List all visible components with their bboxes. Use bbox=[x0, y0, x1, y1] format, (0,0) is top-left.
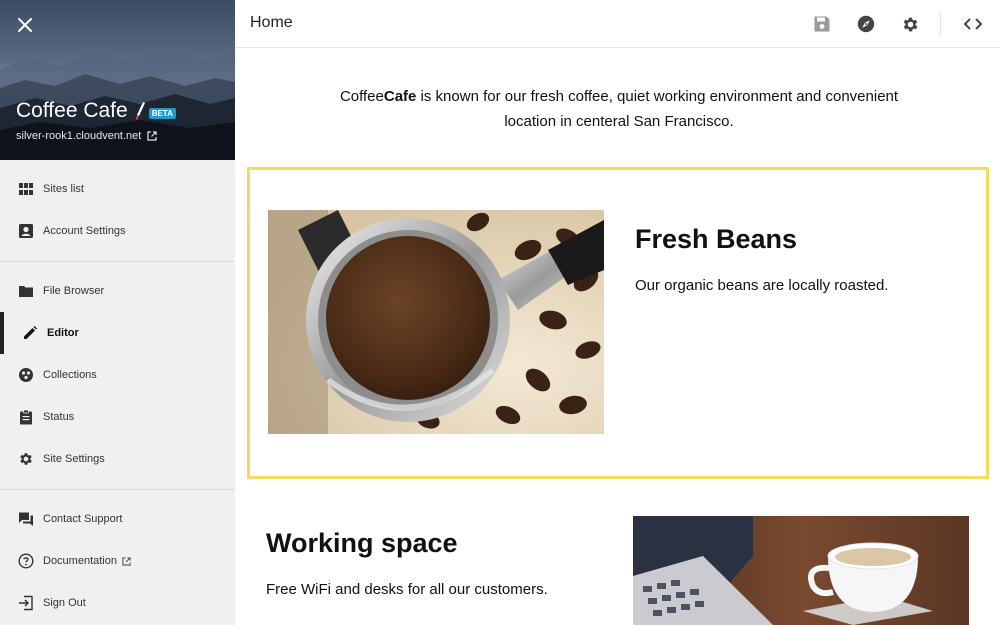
close-sidebar-button[interactable] bbox=[14, 14, 36, 36]
sidebar-item-site-settings[interactable]: Site Settings bbox=[0, 438, 235, 480]
sidebar-item-label: Sign Out bbox=[43, 597, 86, 609]
sidebar-item-status[interactable]: Status bbox=[0, 396, 235, 438]
sidebar-item-editor[interactable]: Editor bbox=[0, 312, 235, 354]
sidebar-item-sites-list[interactable]: Sites list bbox=[0, 168, 235, 210]
page-title: Home bbox=[250, 14, 293, 31]
working-space-heading[interactable]: Working space bbox=[266, 528, 458, 559]
sidebar-item-sign-out[interactable]: Sign Out bbox=[0, 582, 235, 624]
external-link-icon bbox=[122, 556, 131, 566]
sidebar-item-collections[interactable]: Collections bbox=[0, 354, 235, 396]
sidebar-item-contact-support[interactable]: Contact Support bbox=[0, 498, 235, 540]
sidebar-item-file-browser[interactable]: File Browser bbox=[0, 270, 235, 312]
clipboard-icon bbox=[17, 408, 35, 426]
collections-icon bbox=[17, 366, 35, 384]
site-title: Coffee Cafe BETA bbox=[16, 99, 176, 123]
help-circle-icon bbox=[17, 552, 35, 570]
visit-site-button[interactable] bbox=[854, 12, 878, 36]
fresh-beans-description[interactable]: Our organic beans are locally roasted. bbox=[635, 277, 888, 294]
close-icon bbox=[18, 18, 32, 32]
intro-paragraph[interactable]: CoffeeCafe is known for our fresh coffee… bbox=[330, 84, 908, 134]
sidebar-item-label: Collections bbox=[43, 369, 97, 381]
pencil-icon bbox=[21, 324, 39, 342]
intro-brand: Cafe bbox=[383, 88, 417, 105]
beta-badge: BETA bbox=[148, 107, 176, 119]
intro-text: is known for our fresh coffee, quiet wor… bbox=[416, 88, 899, 130]
folder-icon bbox=[17, 282, 35, 300]
top-bar: Home bbox=[235, 0, 1000, 48]
gear-icon bbox=[903, 17, 917, 31]
sidebar-item-label: Account Settings bbox=[43, 225, 126, 237]
settings-button[interactable] bbox=[898, 12, 922, 36]
site-url-link[interactable]: silver-rook1.cloudvent.net bbox=[16, 130, 157, 142]
site-name: Coffee Cafe bbox=[16, 99, 128, 122]
sidebar-item-label: Contact Support bbox=[43, 513, 123, 525]
nav-group-help: Contact Support Documentation Sign Out bbox=[0, 490, 235, 624]
sidebar-item-label: File Browser bbox=[43, 285, 105, 297]
grid-icon bbox=[17, 180, 35, 198]
sidebar-item-label: Site Settings bbox=[43, 453, 105, 465]
nav-group-site: File Browser Editor Collections Status S… bbox=[0, 262, 235, 490]
sidebar-item-account-settings[interactable]: Account Settings bbox=[0, 210, 235, 252]
intro-prefix: Coffee bbox=[339, 88, 384, 105]
save-icon bbox=[814, 16, 830, 32]
laptop-coffee-image[interactable] bbox=[633, 516, 969, 625]
site-url-text: silver-rook1.cloudvent.net bbox=[16, 130, 142, 142]
source-editor-button[interactable] bbox=[961, 12, 985, 36]
sidebar-item-label: Documentation bbox=[43, 555, 117, 567]
sidebar: Coffee Cafe BETA silver-rook1.cloudvent.… bbox=[0, 0, 235, 625]
save-button[interactable] bbox=[810, 12, 834, 36]
nav-group-account: Sites list Account Settings bbox=[0, 160, 235, 262]
sidebar-item-label: Sites list bbox=[43, 183, 84, 195]
sign-out-icon bbox=[17, 594, 35, 612]
sidebar-item-documentation[interactable]: Documentation bbox=[0, 540, 235, 582]
sidebar-item-label: Status bbox=[43, 411, 75, 423]
brush-icon bbox=[135, 102, 145, 120]
fresh-beans-section[interactable]: Fresh Beans Our organic beans are locall… bbox=[247, 167, 989, 479]
fresh-beans-heading[interactable]: Fresh Beans bbox=[635, 224, 797, 255]
main-editor: Home CoffeeCafe is known for our fresh c… bbox=[235, 0, 1000, 625]
sidebar-header: Coffee Cafe BETA silver-rook1.cloudvent.… bbox=[0, 0, 235, 160]
gear-icon bbox=[17, 450, 35, 468]
external-link-icon bbox=[147, 131, 157, 141]
code-icon bbox=[963, 18, 983, 30]
coffee-grounds-image[interactable] bbox=[268, 210, 604, 434]
working-space-description[interactable]: Free WiFi and desks for all our customer… bbox=[266, 581, 548, 598]
chat-icon bbox=[17, 510, 35, 528]
sidebar-item-label: Editor bbox=[47, 327, 79, 339]
account-box-icon bbox=[17, 222, 35, 240]
compass-icon bbox=[857, 15, 875, 33]
toolbar-divider bbox=[940, 12, 941, 36]
